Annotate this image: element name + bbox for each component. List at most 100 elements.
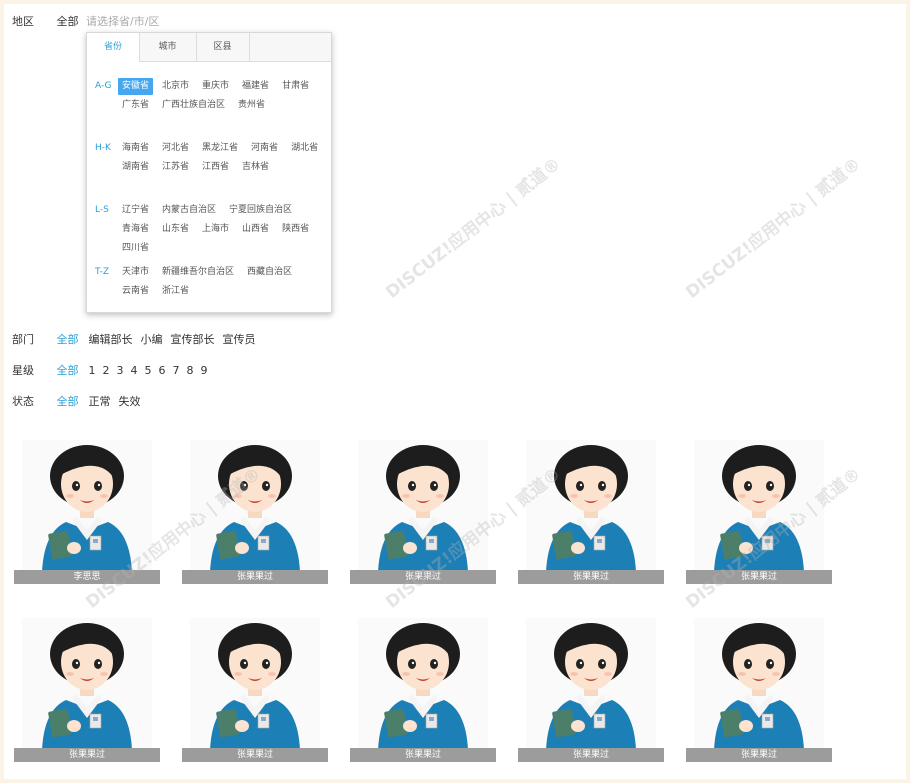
member-name: 张果果过 [182,570,328,584]
star-option[interactable]: 3 [117,361,124,381]
status-filter-row: 状态 全部 正常 失效 [12,392,149,412]
province-option[interactable]: 江苏省 [158,159,193,176]
star-filter-row: 星级 全部 1 2 3 4 5 6 7 8 9 [12,361,215,381]
province-option[interactable]: 北京市 [158,78,193,95]
tab-city[interactable]: 城市 [139,33,197,61]
province-option[interactable]: 河南省 [247,140,282,157]
province-list: 天津市 新疆维吾尔自治区 西藏自治区云南省 浙江省 [118,263,328,301]
avatar-illustration [714,445,804,572]
avatar-illustration [210,445,300,572]
province-option[interactable]: 陕西省 [278,221,313,238]
province-option[interactable]: 浙江省 [158,283,193,300]
province-option[interactable]: 湖南省 [118,159,153,176]
province-option[interactable]: 云南省 [118,283,153,300]
department-option[interactable]: 宣传部长 [171,330,215,350]
member-name: 张果果过 [350,570,496,584]
region-label: 地区 [12,15,34,28]
member-name: 张果果过 [518,570,664,584]
province-option[interactable]: 山西省 [238,221,273,238]
avatar-illustration [42,445,132,572]
star-option[interactable]: 9 [201,361,208,381]
star-option[interactable]: 2 [103,361,110,381]
avatar-illustration [546,445,636,572]
member-card[interactable]: 张果果过 [686,618,832,764]
member-name: 张果果过 [518,748,664,762]
tab-district[interactable]: 区县 [196,33,250,61]
avatar-illustration [378,623,468,750]
province-option[interactable]: 辽宁省 [118,202,153,219]
star-option[interactable]: 8 [187,361,194,381]
province-option[interactable]: 河北省 [158,140,193,157]
province-group-key: T-Z [95,267,110,277]
province-option[interactable]: 新疆维吾尔自治区 [158,264,238,281]
member-card[interactable]: 张果果过 [182,440,328,586]
watermark: DISCUZ!应用中心 | 贰道® [682,154,865,303]
star-option[interactable]: 7 [173,361,180,381]
province-group-key: H-K [95,143,111,153]
department-label: 部门 [12,333,34,346]
region-picker-tabs: 省份 城市 区县 [87,33,331,62]
province-option[interactable]: 广西壮族自治区 [158,97,229,114]
province-option[interactable]: 吉林省 [238,159,273,176]
status-option[interactable]: 失效 [119,392,141,412]
province-option[interactable]: 天津市 [118,264,153,281]
member-card[interactable]: 张果果过 [350,440,496,586]
member-card[interactable]: 李思思 [14,440,160,586]
province-option[interactable]: 海南省 [118,140,153,157]
province-list: 辽宁省 内蒙古自治区 宁夏回族自治区青海省 山东省 上海市 山西省 陕西省四川省 [118,201,328,258]
department-option[interactable]: 小编 [141,330,163,350]
member-name: 张果果过 [350,748,496,762]
region-all-option[interactable]: 全部 [57,12,79,32]
page: 地区 全部 请选择省/市/区 部门 全部 编辑部长 小编 宣传部长 宣传员 星级 全部 1… [4,4,906,779]
province-list: 海南省 河北省 黑龙江省 河南省 湖北省湖南省 江苏省 江西省 吉林省 [118,139,328,177]
province-option[interactable]: 贵州省 [234,97,269,114]
province-option[interactable]: 内蒙古自治区 [158,202,220,219]
province-option[interactable]: 重庆市 [198,78,233,95]
province-option[interactable]: 西藏自治区 [243,264,296,281]
province-option[interactable]: 江西省 [198,159,233,176]
avatar-illustration [546,623,636,750]
member-name: 张果果过 [686,748,832,762]
province-group-key: A-G [95,81,112,91]
member-name: 李思思 [14,570,160,584]
avatar-illustration [378,445,468,572]
province-option[interactable]: 青海省 [118,221,153,238]
member-card[interactable]: 张果果过 [350,618,496,764]
province-option[interactable]: 四川省 [118,240,153,257]
member-name: 张果果过 [14,748,160,762]
status-option[interactable]: 全部 [57,392,79,412]
province-option[interactable]: 上海市 [198,221,233,238]
member-name: 张果果过 [686,570,832,584]
status-label: 状态 [12,395,34,408]
member-card[interactable]: 张果果过 [518,440,664,586]
avatar-illustration [42,623,132,750]
province-option[interactable]: 福建省 [238,78,273,95]
province-option[interactable]: 广东省 [118,97,153,114]
province-option[interactable]: 甘肃省 [278,78,313,95]
status-option[interactable]: 正常 [89,392,111,412]
member-card[interactable]: 张果果过 [182,618,328,764]
member-card[interactable]: 张果果过 [518,618,664,764]
star-option[interactable]: 6 [159,361,166,381]
star-option[interactable]: 全部 [57,361,79,381]
department-option[interactable]: 编辑部长 [89,330,133,350]
province-option[interactable]: 宁夏回族自治区 [225,202,296,219]
province-group-key: L-S [95,205,109,215]
member-card[interactable]: 张果果过 [14,618,160,764]
department-option[interactable]: 全部 [57,330,79,350]
star-option[interactable]: 5 [145,361,152,381]
province-option[interactable]: 湖北省 [287,140,322,157]
province-option[interactable]: 黑龙江省 [198,140,242,157]
department-option[interactable]: 宣传员 [223,330,256,350]
watermark: DISCUZ!应用中心 | 贰道® [382,154,565,303]
star-label: 星级 [12,364,34,377]
department-filter-row: 部门 全部 编辑部长 小编 宣传部长 宣传员 [12,330,264,350]
star-option[interactable]: 4 [131,361,138,381]
star-option[interactable]: 1 [89,361,96,381]
avatar-illustration [714,623,804,750]
region-picker-input[interactable]: 请选择省/市/区 [86,12,258,33]
province-option[interactable]: 山东省 [158,221,193,238]
province-option[interactable]: 安徽省 [118,78,154,95]
member-card[interactable]: 张果果过 [686,440,832,586]
tab-province[interactable]: 省份 [87,33,140,62]
